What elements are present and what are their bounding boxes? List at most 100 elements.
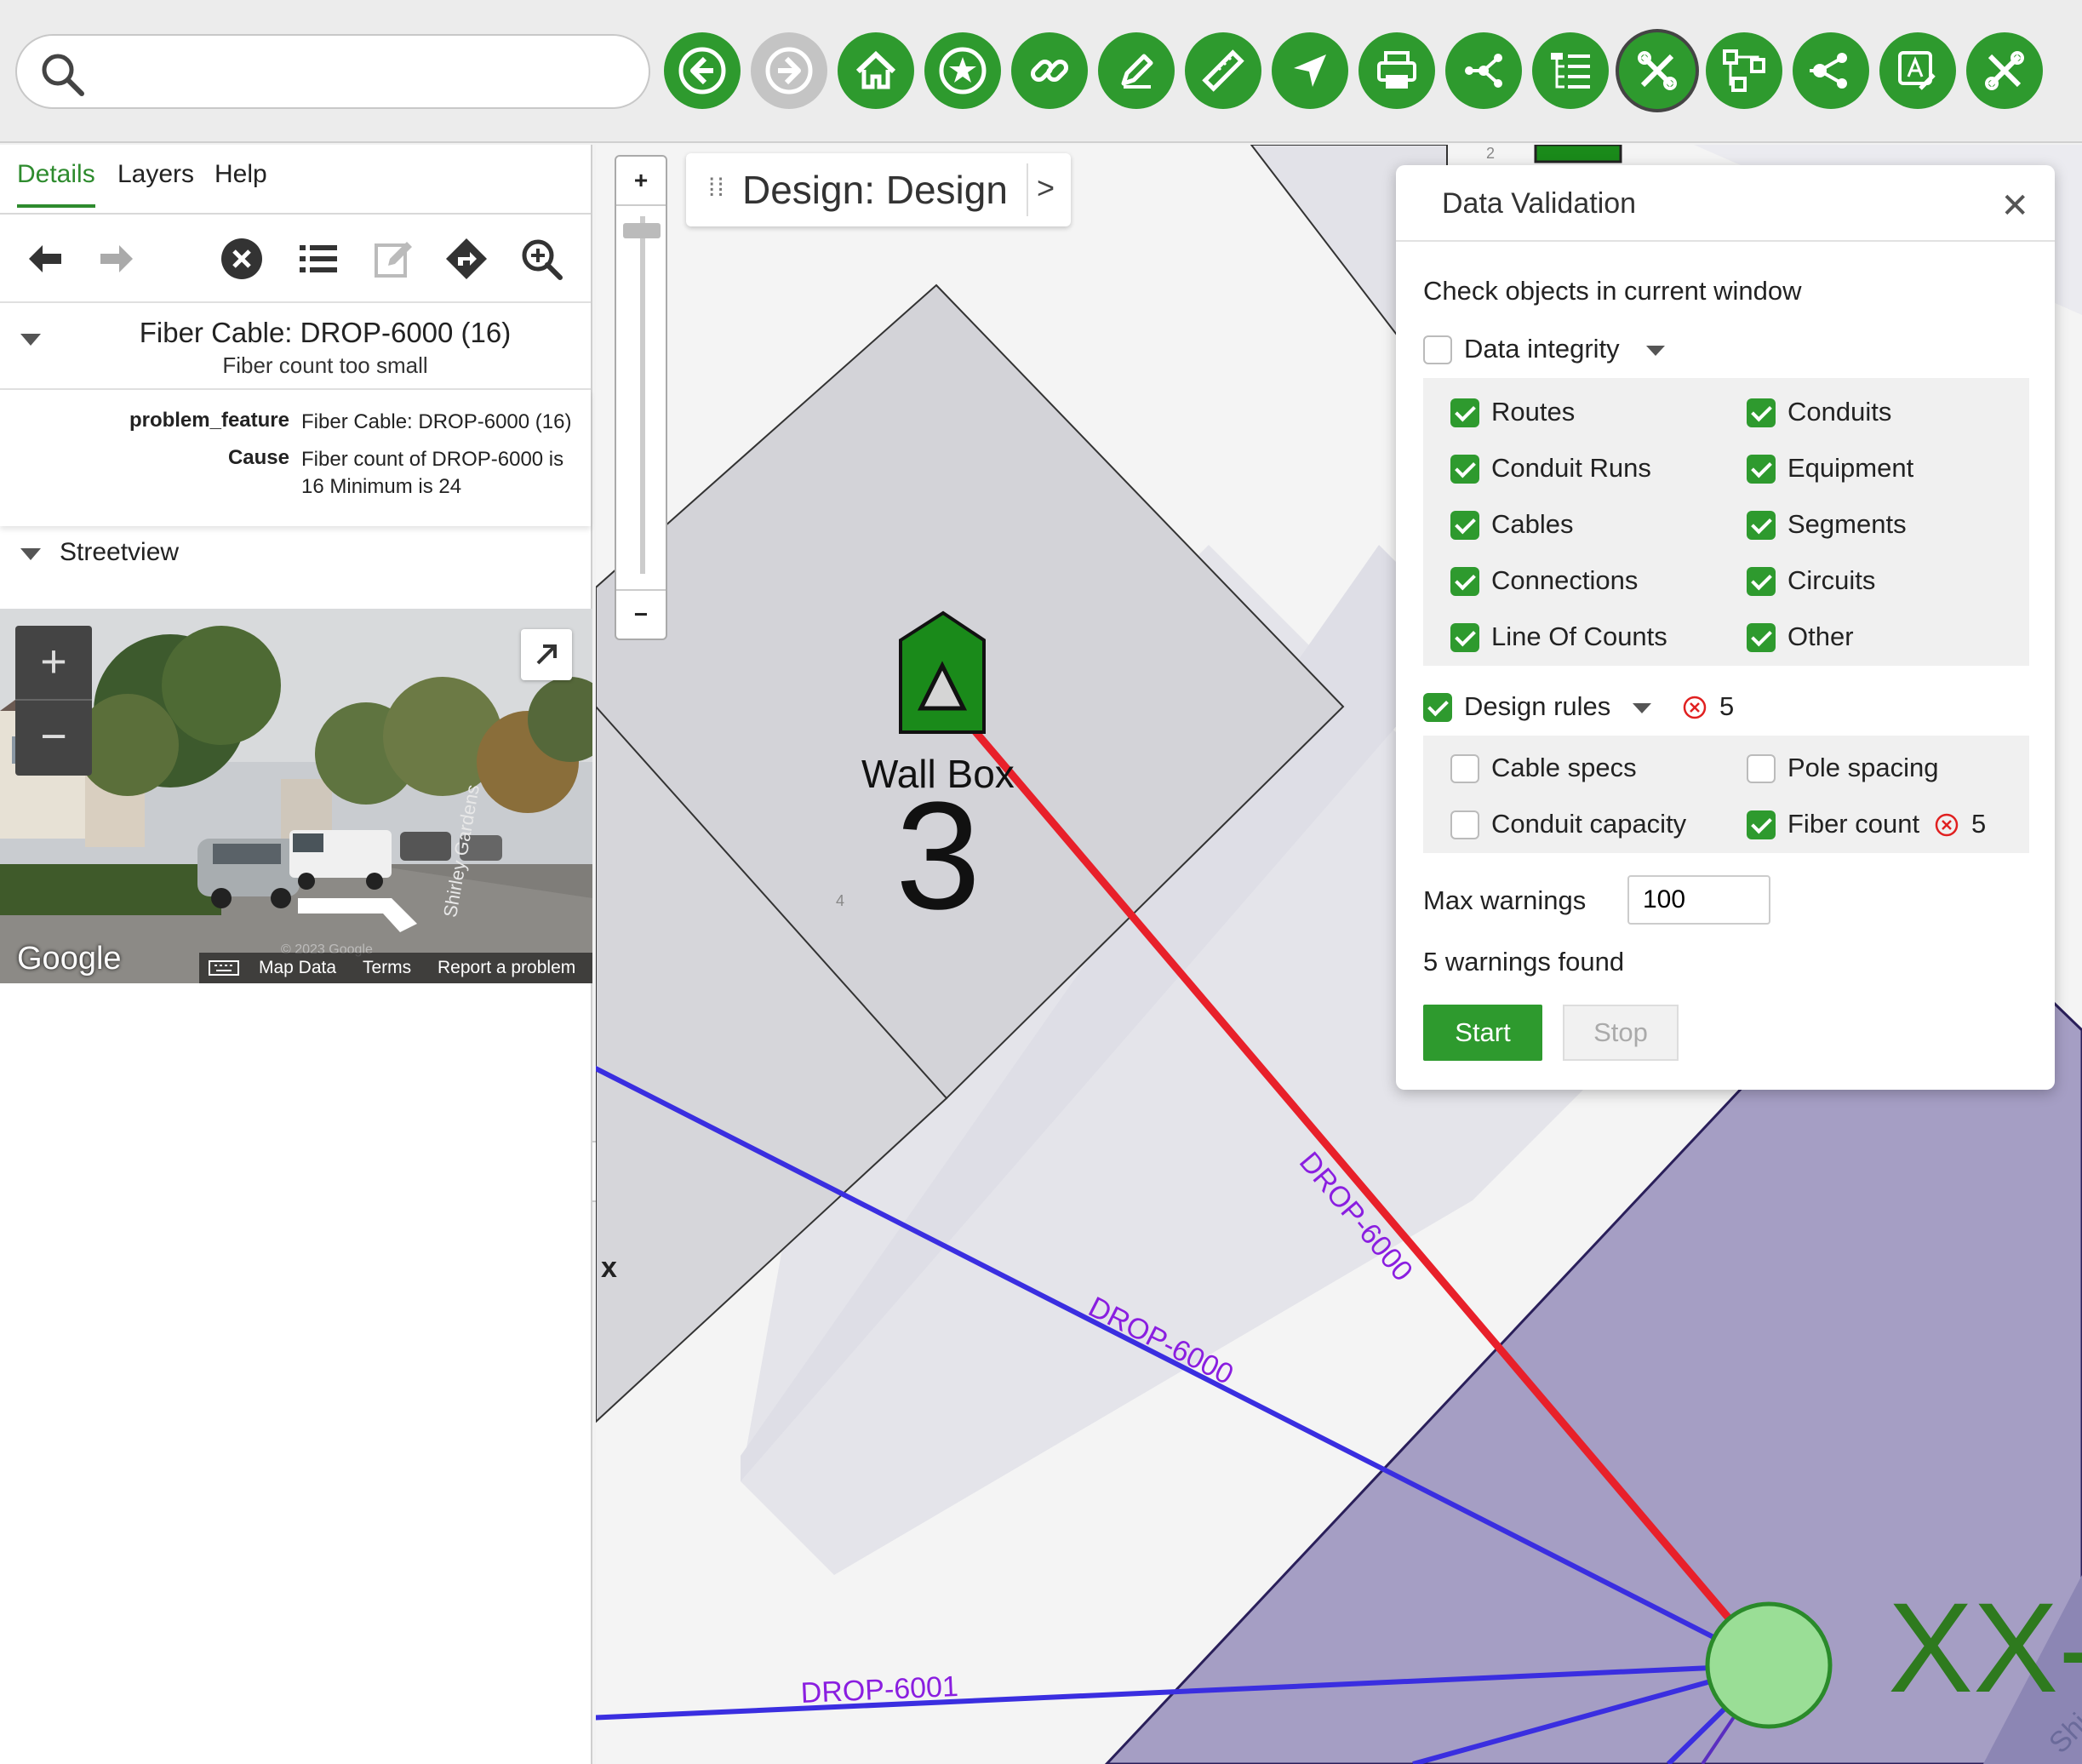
conduit-runs-checkbox[interactable] [1450, 455, 1479, 484]
google-logo: Google [17, 941, 122, 976]
search-input[interactable] [102, 49, 630, 95]
zoom-to-icon[interactable] [519, 237, 563, 281]
search-box[interactable] [15, 34, 650, 109]
circuits-checkbox[interactable] [1747, 567, 1776, 596]
share-icon [1465, 54, 1502, 88]
dialog-title: Data Validation [1442, 187, 1637, 220]
routes-label: Routes [1491, 397, 1576, 427]
map-tiny-label: 2 [1486, 145, 1496, 162]
zoom-in-button[interactable]: + [616, 157, 666, 206]
other-checkbox[interactable] [1747, 623, 1776, 652]
streetview-footer: Map Data Terms Report a problem [199, 953, 592, 983]
caret-down-icon[interactable] [1646, 346, 1665, 356]
printer-icon [1377, 51, 1416, 89]
zoom-slider-handle[interactable] [623, 223, 661, 238]
divider [1027, 163, 1028, 216]
locate-button[interactable] [1272, 32, 1348, 109]
feature-properties: problem_feature Fiber Cable: DROP-6000 (… [0, 390, 591, 526]
design-rules-error-count: 5 [1719, 691, 1735, 721]
tab-details[interactable]: Details [17, 160, 95, 208]
zoom-slider-track[interactable] [640, 216, 645, 574]
tools-button[interactable] [1619, 32, 1696, 109]
forward-arrow-icon[interactable] [95, 237, 140, 281]
expand-streetview-button[interactable] [521, 629, 572, 680]
warnings-found-text: 5 warnings found [1423, 947, 1625, 976]
data-integrity-checkbox[interactable] [1423, 335, 1452, 364]
splice-closure-icon[interactable] [1705, 1601, 1833, 1729]
clear-icon[interactable] [220, 237, 264, 281]
property-value: Fiber count of DROP-6000 is 16 Minimum i… [301, 448, 564, 498]
tab-help[interactable]: Help [214, 160, 267, 189]
map-big-label: XX- [1888, 1576, 2082, 1719]
cable-specs-checkbox[interactable] [1450, 754, 1479, 783]
main-toolbar [0, 0, 2082, 143]
fiber-count-checkbox[interactable] [1747, 810, 1776, 839]
list-icon[interactable] [296, 237, 340, 281]
tab-layers[interactable]: Layers [117, 160, 194, 189]
measure-button[interactable] [1185, 32, 1261, 109]
pencil-icon [1121, 54, 1153, 89]
network-button[interactable] [1706, 32, 1782, 109]
line-of-counts-label: Line Of Counts [1491, 621, 1667, 651]
keyboard-icon[interactable] [208, 958, 242, 978]
edit-button[interactable] [1098, 32, 1175, 109]
segments-checkbox[interactable] [1747, 511, 1776, 540]
caret-down-icon [20, 548, 41, 560]
max-warnings-label: Max warnings [1423, 885, 1587, 915]
directions-icon[interactable] [444, 237, 489, 281]
drag-handle-icon[interactable]: ⁞⁞ [708, 174, 726, 203]
conduit-capacity-label: Conduit capacity [1491, 809, 1687, 839]
close-icon[interactable]: ✕ [2000, 189, 2029, 223]
line-of-counts-checkbox[interactable] [1450, 623, 1479, 652]
link-button[interactable] [1011, 32, 1088, 109]
caret-down-icon[interactable] [1633, 703, 1651, 713]
pole-spacing-checkbox[interactable] [1747, 754, 1776, 783]
chevron-right-icon[interactable]: > [1037, 170, 1055, 206]
start-button[interactable]: Start [1423, 1005, 1542, 1061]
back-arrow-icon[interactable] [22, 237, 66, 281]
report-problem-link[interactable]: Report a problem [438, 958, 575, 978]
routes-checkbox[interactable] [1450, 398, 1479, 427]
tools-2-button[interactable] [1966, 32, 2043, 109]
edit-icon[interactable] [371, 237, 415, 281]
details-toolbar [0, 215, 591, 303]
caret-down-icon[interactable] [20, 334, 41, 347]
design-selector[interactable]: ⁞⁞ Design: Design > [686, 153, 1071, 226]
connect-button[interactable] [1793, 32, 1869, 109]
home-button[interactable] [838, 32, 914, 109]
map-edge-label: x [601, 1251, 617, 1284]
forward-button[interactable] [751, 32, 827, 109]
star-icon [939, 47, 987, 94]
back-button[interactable] [664, 32, 741, 109]
equipment-marker[interactable] [1534, 145, 1622, 163]
print-button[interactable] [1358, 32, 1435, 109]
ruler-icon [1202, 49, 1244, 92]
design-rules-checkbox[interactable] [1423, 693, 1452, 722]
tools-icon [1638, 51, 1677, 90]
share-button[interactable] [1445, 32, 1522, 109]
streetview-header[interactable]: Streetview [0, 528, 592, 582]
max-warnings-input[interactable] [1627, 875, 1770, 925]
terms-link[interactable]: Terms [363, 958, 411, 978]
plug-icon [1810, 53, 1847, 89]
home-icon [855, 50, 896, 89]
streetview-zoom-in[interactable]: + [15, 626, 92, 701]
structure-button[interactable] [1532, 32, 1609, 109]
divider [1396, 240, 2055, 242]
connections-checkbox[interactable] [1450, 567, 1479, 596]
conduit-capacity-checkbox[interactable] [1450, 810, 1479, 839]
map-data-link[interactable]: Map Data [259, 958, 336, 978]
cables-checkbox[interactable] [1450, 511, 1479, 540]
expand-icon [536, 644, 557, 665]
bookmarks-button[interactable] [924, 32, 1001, 109]
property-key: Cause [227, 446, 289, 469]
conduits-checkbox[interactable] [1747, 398, 1776, 427]
equipment-checkbox[interactable] [1747, 455, 1776, 484]
tools-icon [1985, 51, 2024, 90]
annotate-button[interactable] [1879, 32, 1956, 109]
map-tiny-label: 4 [836, 892, 845, 909]
streetview-zoom-out[interactable]: − [15, 702, 92, 776]
zoom-out-button[interactable]: − [616, 589, 666, 639]
streetview-image[interactable]: + − Shirley Gardens © 2023 Google Google… [0, 609, 592, 983]
stop-button[interactable]: Stop [1563, 1005, 1679, 1061]
